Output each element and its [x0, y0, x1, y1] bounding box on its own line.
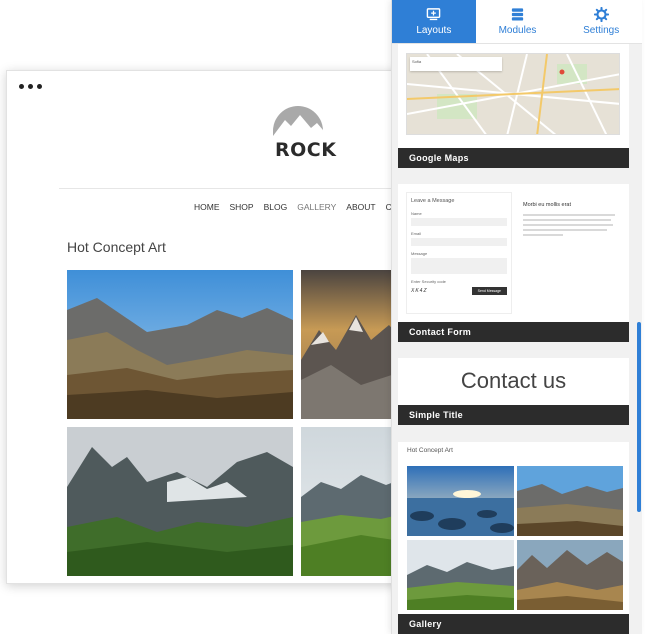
settings-icon [593, 7, 609, 22]
gallery-thumb [517, 466, 623, 536]
gallery-photo[interactable] [67, 270, 293, 419]
send-message-button: Send Message [471, 287, 507, 295]
gallery-photo[interactable] [67, 427, 293, 576]
captcha-code: XK4Z [411, 288, 428, 294]
nav-about[interactable]: ABOUT [346, 202, 375, 212]
main-nav: HOME SHOP BLOG GALLERY ABOUT CONTACT [194, 202, 405, 212]
tab-layouts[interactable]: Layouts [392, 0, 476, 43]
layout-card-google-maps[interactable]: Sofia Google Maps [398, 44, 629, 168]
tab-layouts-label: Layouts [416, 25, 452, 36]
gallery-card-title: Hot Concept Art [407, 447, 453, 454]
form-title: Leave a Message [411, 198, 455, 204]
panel-tabs: Layouts Modules Settings [392, 0, 642, 44]
map-preview: Sofia [406, 53, 620, 135]
tab-modules-label: Modules [498, 25, 537, 36]
nav-gallery[interactable]: GALLERY [297, 202, 336, 212]
side-text-lines [523, 214, 619, 240]
site-logo[interactable]: ROCK [273, 106, 336, 162]
mountain-logo-icon [273, 106, 323, 136]
tab-modules[interactable]: Modules [476, 0, 560, 43]
layout-card-gallery[interactable]: Hot Concept Art Gallery [398, 442, 629, 634]
tab-settings-label: Settings [583, 25, 620, 36]
card-label-gallery: Gallery [398, 614, 629, 634]
nav-divider [59, 188, 405, 189]
gallery-thumb [407, 540, 514, 610]
nav-shop[interactable]: SHOP [230, 202, 254, 212]
layout-card-contact-form[interactable]: Leave a Message Name Email Message Enter… [398, 184, 629, 342]
window-dots-icon[interactable] [19, 84, 42, 89]
map-caption [398, 138, 629, 143]
message-label: Message [411, 251, 428, 256]
gallery-thumb [517, 540, 623, 610]
gallery-page-title: Hot Concept Art [67, 239, 166, 255]
panel-scrollbar[interactable] [637, 322, 641, 512]
modules-icon [510, 7, 525, 22]
map-info-box: Sofia [410, 57, 502, 71]
email-field [411, 238, 507, 246]
card-label-contact-form: Contact Form [398, 322, 629, 342]
name-label: Name [411, 211, 422, 216]
security-label: Enter Security code [411, 279, 446, 284]
name-field [411, 218, 507, 226]
contact-form-preview: Leave a Message Name Email Message Enter… [406, 192, 512, 314]
contact-us-heading: Contact us [460, 368, 567, 393]
card-label-simple-title: Simple Title [398, 405, 629, 425]
tab-settings[interactable]: Settings [559, 0, 642, 43]
layouts-icon [426, 7, 441, 22]
card-label-google-maps: Google Maps [398, 148, 629, 168]
layout-card-simple-title[interactable]: Contact us Simple Title [398, 358, 629, 425]
side-title: Morbi eu mollis erat [523, 202, 571, 208]
message-field [411, 258, 507, 274]
email-label: Email [411, 231, 422, 236]
nav-home[interactable]: HOME [194, 202, 220, 212]
nav-blog[interactable]: BLOG [264, 202, 288, 212]
map-city: Sofia [412, 59, 422, 64]
gallery-thumb [407, 466, 514, 536]
website-preview: ROCK HOME SHOP BLOG GALLERY ABOUT CONTAC… [6, 70, 406, 584]
logo-text: ROCK [275, 139, 337, 161]
